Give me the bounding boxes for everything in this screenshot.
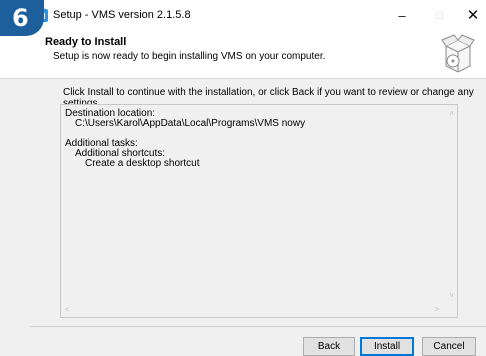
install-button[interactable]: Install — [360, 337, 414, 356]
scroll-left-icon[interactable]: < — [65, 305, 70, 314]
step-badge: 6 — [0, 0, 44, 36]
scroll-up-icon[interactable]: ˄ — [449, 109, 454, 118]
memo-line: C:\Users\Karol\AppData\Local\Programs\VM… — [75, 118, 306, 129]
memo-line: Create a desktop shortcut — [85, 158, 200, 169]
scroll-right-icon[interactable]: > — [434, 305, 439, 314]
ready-memo[interactable]: Destination location: C:\Users\Karol\App… — [60, 104, 458, 318]
scroll-down-icon[interactable]: ˅ — [449, 291, 454, 300]
wizard-header: Ready to Install Setup is now ready to b… — [0, 30, 486, 78]
install-box-icon — [441, 34, 475, 73]
back-button[interactable]: Back — [303, 337, 355, 356]
maximize-button[interactable]: □ — [430, 6, 450, 26]
step-number: 6 — [12, 4, 29, 32]
page-subtitle: Setup is now ready to begin installing V… — [53, 51, 326, 62]
title-bar: Setup - VMS version 2.1.5.8 – □ ✕ — [0, 0, 486, 30]
footer-divider — [30, 326, 486, 327]
minimize-button[interactable]: – — [392, 6, 412, 26]
page-title: Ready to Install — [45, 36, 127, 48]
cancel-button[interactable]: Cancel — [422, 337, 476, 356]
window-title: Setup - VMS version 2.1.5.8 — [53, 9, 191, 21]
close-button[interactable]: ✕ — [463, 6, 483, 26]
